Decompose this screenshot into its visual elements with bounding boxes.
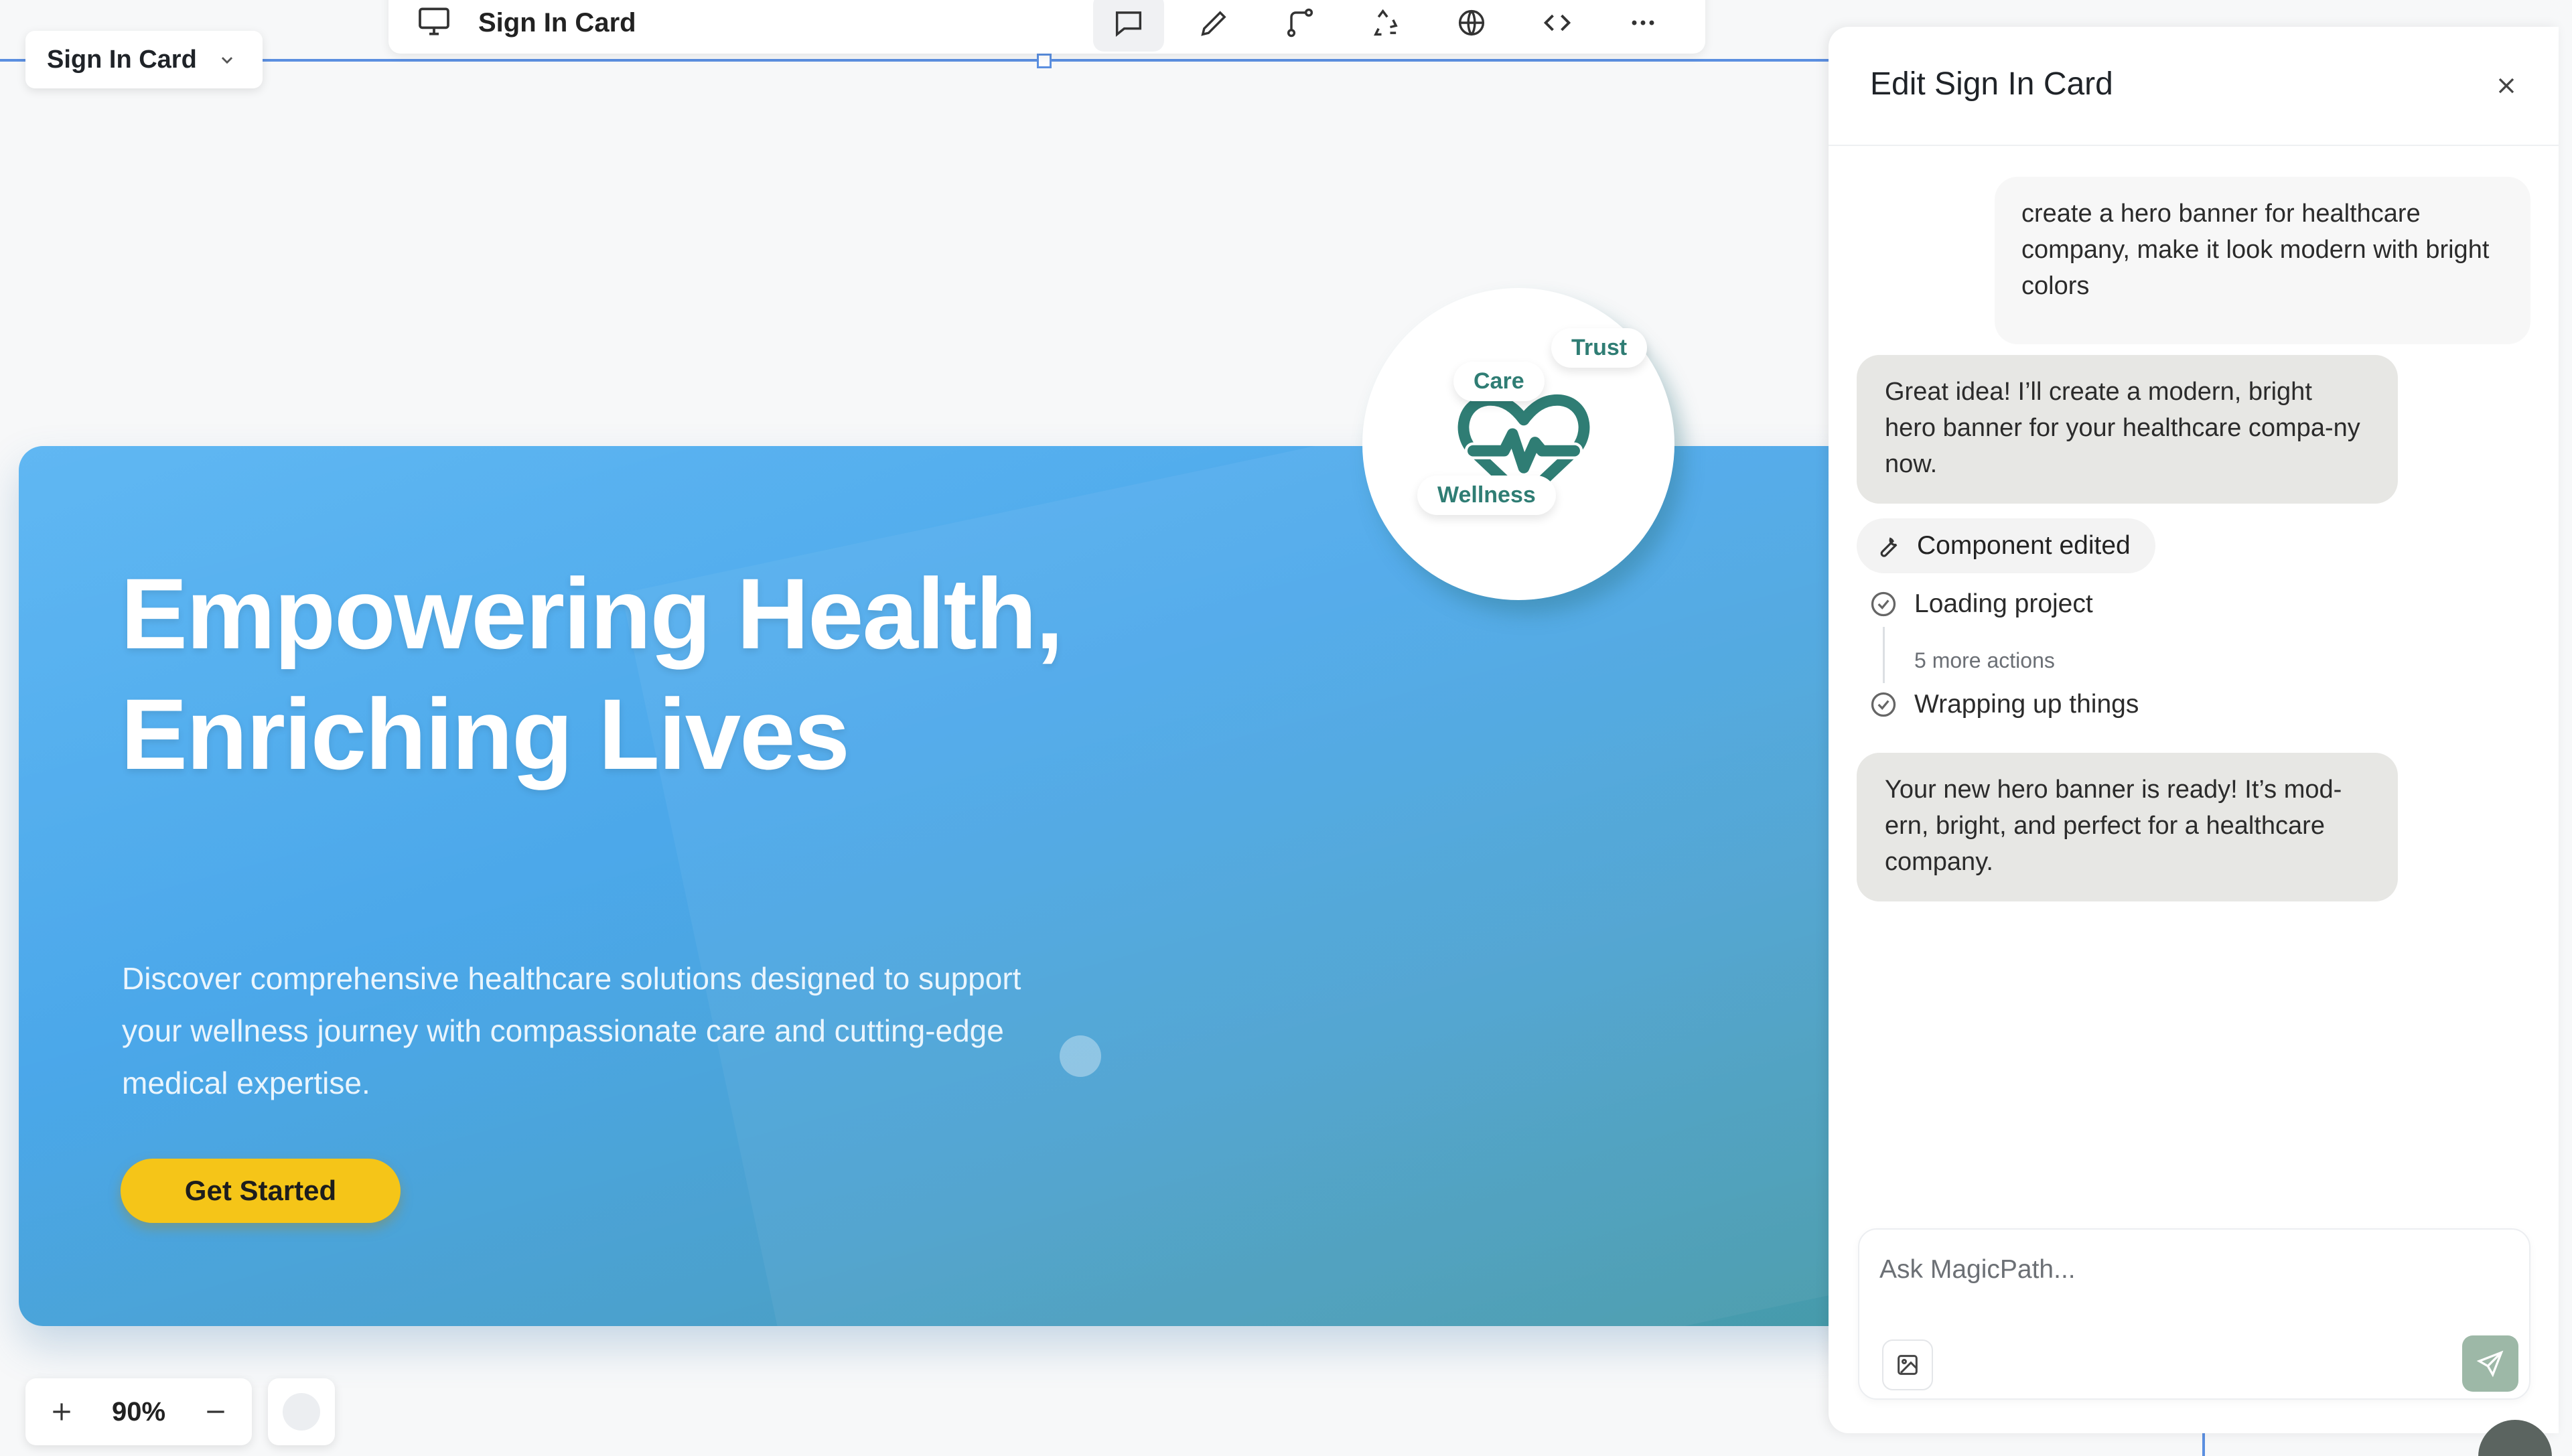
canvas-mode-button[interactable] bbox=[268, 1378, 335, 1445]
design-canvas[interactable]: Sign In Card Sign In Card Empowering Hea… bbox=[0, 0, 1829, 1456]
send-icon bbox=[2476, 1350, 2504, 1378]
component-toolbar: Sign In Card bbox=[388, 0, 1705, 54]
zoom-out-button[interactable] bbox=[202, 1398, 229, 1425]
send-button[interactable] bbox=[2462, 1335, 2518, 1392]
toolbar-actions bbox=[1093, 0, 1678, 52]
comment-icon bbox=[1115, 11, 1142, 37]
close-button[interactable] bbox=[2490, 70, 2522, 102]
publish-button[interactable] bbox=[1436, 0, 1507, 52]
component-edited-chip[interactable]: Component edited bbox=[1857, 518, 2155, 573]
zoom-in-button[interactable] bbox=[48, 1398, 75, 1425]
circle-icon bbox=[283, 1393, 320, 1431]
step-item: Wrapping up things bbox=[1869, 690, 2139, 719]
branch-button[interactable] bbox=[1265, 0, 1336, 52]
close-icon bbox=[2498, 78, 2514, 94]
panel-title: Edit Sign In Card bbox=[1870, 66, 2113, 102]
step-label: Loading project bbox=[1914, 589, 2093, 618]
chip-label: Component edited bbox=[1917, 531, 2131, 560]
trust-badge: Trust bbox=[1551, 328, 1648, 368]
comment-button[interactable] bbox=[1093, 0, 1164, 52]
zoom-controls: 90% bbox=[25, 1378, 252, 1445]
hero-title: Empowering Health, Enriching Lives bbox=[121, 557, 1064, 790]
edit-panel: Edit Sign In Card create a hero banner f… bbox=[1829, 27, 2559, 1433]
selection-resize-handle[interactable] bbox=[1037, 54, 1052, 68]
more-icon bbox=[1632, 20, 1654, 25]
recycle-icon bbox=[1374, 9, 1398, 36]
step-item: Loading project bbox=[1869, 589, 2093, 619]
pen-icon bbox=[1201, 11, 1226, 36]
edit-button[interactable] bbox=[1179, 0, 1250, 52]
get-started-button[interactable]: Get Started bbox=[121, 1159, 401, 1223]
globe-icon bbox=[1458, 9, 1485, 36]
minus-icon bbox=[207, 1410, 224, 1413]
assistant-message: Your new hero banner is ready! It’s mod-… bbox=[1857, 753, 2398, 901]
decorative-dot bbox=[1060, 1035, 1101, 1077]
zoom-level[interactable]: 90% bbox=[112, 1397, 165, 1427]
prompt-input[interactable] bbox=[1879, 1250, 2482, 1290]
more-actions-link[interactable]: 5 more actions bbox=[1914, 648, 2055, 673]
assistant-message: Great idea! I’ll create a modern, bright… bbox=[1857, 355, 2398, 504]
step-connector bbox=[1883, 627, 1885, 683]
plus-icon bbox=[53, 1403, 70, 1421]
remix-button[interactable] bbox=[1350, 0, 1421, 52]
step-label: Wrapping up things bbox=[1914, 690, 2139, 719]
code-icon bbox=[1543, 14, 1571, 31]
more-button[interactable] bbox=[1608, 0, 1678, 52]
screen-icon bbox=[415, 3, 453, 44]
selection-outline bbox=[0, 59, 27, 62]
component-select-label: Sign In Card bbox=[47, 45, 197, 74]
hero-description: Discover comprehensive healthcare soluti… bbox=[122, 961, 1021, 1100]
chevron-down-icon bbox=[221, 57, 233, 64]
care-badge: Care bbox=[1453, 362, 1545, 401]
check-circle-icon bbox=[1871, 591, 1896, 617]
branch-icon bbox=[1287, 8, 1313, 38]
wellness-badge: Wellness bbox=[1417, 476, 1556, 515]
component-select[interactable]: Sign In Card bbox=[25, 31, 263, 88]
panel-header: Edit Sign In Card bbox=[1829, 27, 2559, 146]
check-circle-icon bbox=[1871, 692, 1896, 717]
chat-composer bbox=[1858, 1228, 2530, 1400]
attach-image-button[interactable] bbox=[1882, 1339, 1933, 1390]
image-icon bbox=[1898, 1355, 1918, 1375]
user-message: create a hero banner for healthcare comp… bbox=[1995, 177, 2530, 344]
code-button[interactable] bbox=[1522, 0, 1593, 52]
wrench-icon bbox=[1880, 537, 1898, 557]
toolbar-title: Sign In Card bbox=[478, 7, 636, 38]
